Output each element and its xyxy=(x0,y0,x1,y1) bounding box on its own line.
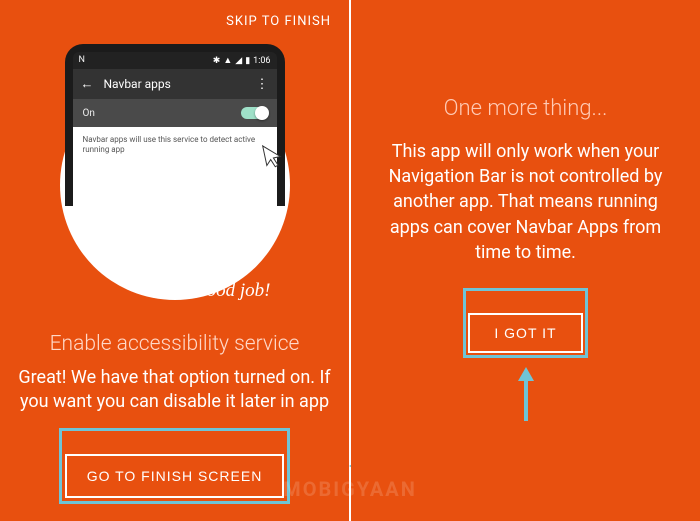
back-icon[interactable]: ← xyxy=(81,76,94,92)
status-bar: N ✱ ▲ ◢ ▮ 1:06 xyxy=(73,52,277,69)
wifi-icon: ▲ xyxy=(223,55,232,66)
left-body: Great! We have that option turned on. If… xyxy=(12,366,337,414)
app-bar: ← Navbar apps ⋮ xyxy=(73,69,277,99)
toggle-row: On xyxy=(73,99,277,127)
clock-text: 1:06 xyxy=(253,56,270,66)
left-heading: Enable accessibility service xyxy=(50,332,300,356)
onboarding-panel-left: SKIP TO FINISH N ✱ ▲ ◢ ▮ 1:06 ← Navbar xyxy=(0,0,349,521)
highlight-box-left: GO TO FINISH SCREEN xyxy=(65,434,285,498)
onboarding-panel-right: One more thing... This app will only wor… xyxy=(351,0,700,521)
toggle-switch[interactable] xyxy=(241,107,267,119)
phone-illustration: N ✱ ▲ ◢ ▮ 1:06 ← Navbar apps ⋮ On xyxy=(45,44,305,264)
curve-arrow-icon xyxy=(205,162,275,272)
battery-icon: ▮ xyxy=(245,56,250,66)
go-to-finish-button[interactable]: GO TO FINISH SCREEN xyxy=(65,454,285,498)
goodjob-text: Good job! xyxy=(193,280,271,302)
skip-link[interactable]: SKIP TO FINISH xyxy=(226,14,331,29)
arrow-up-icon xyxy=(514,367,538,423)
signal-icon: ◢ xyxy=(235,56,242,66)
toggle-label: On xyxy=(83,108,95,119)
app-bar-title: Navbar apps xyxy=(104,77,246,91)
overflow-icon[interactable]: ⋮ xyxy=(256,77,269,92)
status-left: N xyxy=(79,55,85,66)
right-body: This app will only work when your Naviga… xyxy=(373,139,678,265)
right-heading: One more thing... xyxy=(444,96,608,121)
status-right: ✱ ▲ ◢ ▮ 1:06 xyxy=(213,55,271,66)
bluetooth-icon: ✱ xyxy=(213,56,221,66)
highlight-box-right: I GOT IT xyxy=(468,293,582,353)
i-got-it-button[interactable]: I GOT IT xyxy=(468,313,582,353)
